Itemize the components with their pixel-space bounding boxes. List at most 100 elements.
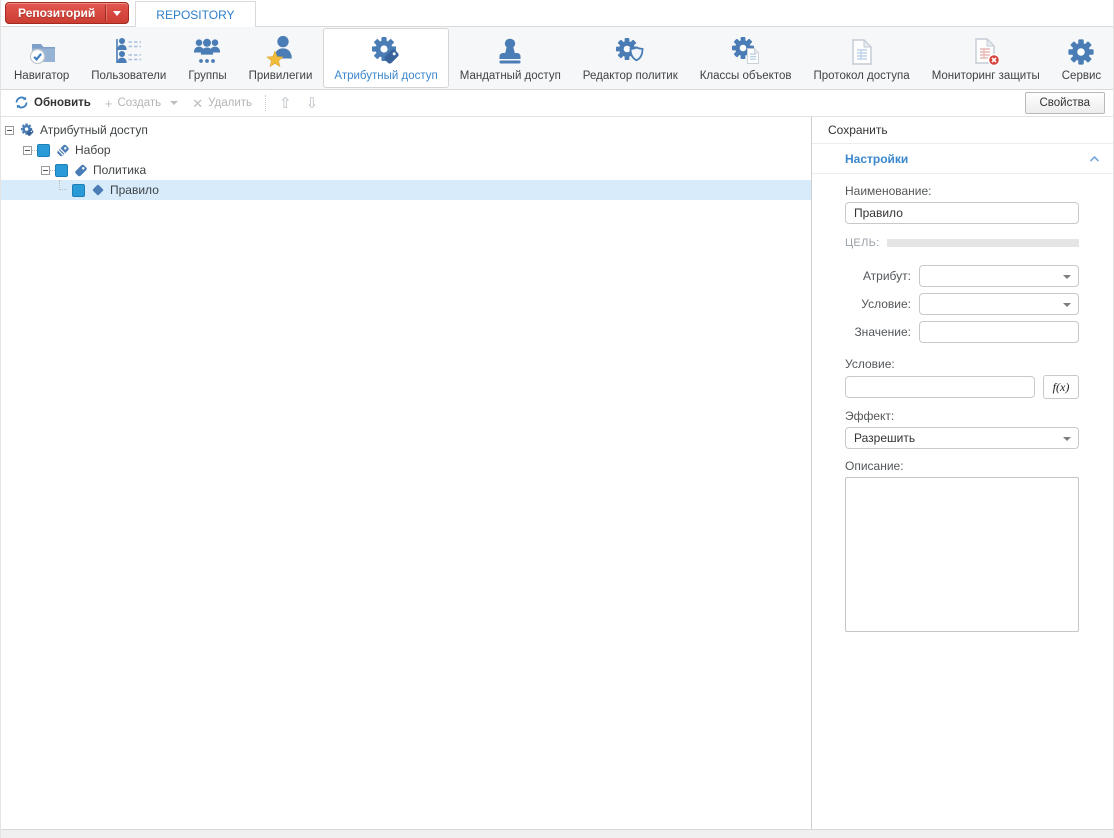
ribbon-item-service[interactable]: Сервис	[1051, 28, 1112, 88]
condition-field-row: Условие:	[845, 293, 1079, 315]
target-section: ЦЕЛЬ:	[845, 237, 1079, 249]
condition-label: Условие:	[845, 297, 911, 311]
ribbon-item-access-protocol[interactable]: Протокол доступа	[803, 28, 921, 88]
caret-down-icon	[113, 11, 121, 16]
name-label: Наименование:	[845, 184, 1079, 198]
collapse-toggle[interactable]	[41, 166, 50, 175]
tree-item-label: Атрибутный доступ	[40, 123, 148, 137]
refresh-button[interactable]: Обновить	[7, 92, 98, 115]
separator	[105, 5, 106, 21]
value-input[interactable]	[919, 321, 1079, 343]
ribbon-item-policy-editor[interactable]: Редактор политик	[572, 28, 689, 88]
separator	[265, 95, 266, 111]
status-bar	[1, 829, 1113, 838]
attribute-dropdown[interactable]	[919, 265, 1079, 287]
attribute-access-icon	[20, 123, 35, 138]
close-icon: ✕	[192, 97, 203, 110]
properties-panel: Сохранить Настройки Наименование: ЦЕЛЬ: …	[812, 117, 1113, 829]
service-icon	[1065, 35, 1097, 69]
ribbon-item-label: Мандатный доступ	[460, 70, 561, 82]
protection-monitoring-icon	[970, 35, 1002, 69]
settings-section-title: Настройки	[845, 152, 908, 166]
ribbon-item-label: Атрибутный доступ	[334, 70, 437, 82]
name-input[interactable]	[845, 202, 1079, 224]
attribute-label: Атрибут:	[845, 269, 911, 283]
tree-row-rule[interactable]: Правило	[1, 180, 811, 200]
ribbon-item-groups[interactable]: Группы	[177, 28, 237, 88]
rule-diamond-icon	[91, 183, 105, 197]
caret-down-icon	[1063, 437, 1071, 441]
ribbon-item-users[interactable]: Пользователи	[80, 28, 177, 88]
move-down-button[interactable]: ⇩	[299, 94, 326, 112]
ribbon-item-label: Протокол доступа	[814, 70, 910, 82]
checkbox[interactable]	[55, 164, 68, 177]
ribbon-item-label: Сервис	[1062, 70, 1101, 82]
condition-dropdown[interactable]	[919, 293, 1079, 315]
settings-section-header[interactable]: Настройки	[812, 144, 1113, 174]
policy-editor-icon	[614, 35, 646, 69]
ribbon-item-privileges[interactable]: Привилегии	[238, 28, 324, 88]
properties-button[interactable]: Свойства	[1025, 92, 1106, 114]
ribbon-item-label: Навигатор	[14, 70, 69, 82]
checkbox[interactable]	[37, 144, 50, 157]
tree-item-label: Политика	[93, 163, 146, 177]
collapse-toggle[interactable]	[23, 146, 32, 155]
application-window: Репозиторий REPOSITORY Навигатор	[0, 0, 1114, 838]
tab-repository[interactable]: REPOSITORY	[135, 1, 255, 27]
plus-icon: +	[105, 97, 113, 110]
caret-down-icon	[1063, 275, 1071, 279]
caret-down-icon	[170, 101, 178, 105]
attribute-access-icon	[370, 35, 402, 69]
collapse-toggle[interactable]	[5, 126, 14, 135]
ribbon-item-label: Мониторинг защиты	[932, 70, 1040, 82]
delete-button[interactable]: ✕ Удалить	[185, 94, 259, 113]
save-button[interactable]: Сохранить	[828, 120, 896, 140]
repository-menu-button[interactable]: Репозиторий	[5, 2, 129, 24]
tree-row-set[interactable]: Набор	[1, 140, 811, 160]
effect-dropdown-value: Разрешить	[854, 431, 915, 445]
attribute-field-row: Атрибут:	[845, 265, 1079, 287]
chevron-up-icon[interactable]	[1089, 155, 1100, 163]
tree-item-label: Набор	[75, 143, 111, 157]
mandatory-access-icon	[494, 35, 526, 69]
groups-icon	[191, 35, 223, 69]
ribbon-item-mandatory-access[interactable]: Мандатный доступ	[449, 28, 572, 88]
effect-dropdown[interactable]: Разрешить	[845, 427, 1079, 449]
object-classes-icon	[730, 35, 762, 69]
rule-settings-form: Наименование: ЦЕЛЬ: Атрибут: Условие:	[812, 174, 1113, 635]
checkbox[interactable]	[72, 184, 85, 197]
caret-down-icon	[1063, 303, 1071, 307]
create-button[interactable]: + Создать	[98, 94, 185, 113]
create-label: Создать	[117, 97, 161, 109]
set-tag-icon	[56, 143, 70, 157]
tree-row-attribute-access[interactable]: Атрибутный доступ	[1, 120, 811, 140]
refresh-label: Обновить	[34, 97, 91, 109]
description-label: Описание:	[845, 459, 1079, 473]
policy-tag-icon	[74, 163, 88, 177]
ribbon-item-navigator[interactable]: Навигатор	[3, 28, 80, 88]
effect-label: Эффект:	[845, 409, 1079, 423]
value-label: Значение:	[845, 325, 911, 339]
ribbon-item-label: Редактор политик	[583, 70, 678, 82]
ribbon-item-label: Группы	[188, 70, 226, 82]
delete-label: Удалить	[208, 97, 252, 109]
panel-toolbar: Сохранить	[812, 117, 1113, 144]
access-protocol-icon	[846, 35, 878, 69]
move-up-button[interactable]: ⇧	[272, 94, 299, 112]
target-separator-bar	[887, 239, 1079, 247]
ribbon-item-label: Классы объектов	[700, 70, 792, 82]
ribbon-item-attribute-access[interactable]: Атрибутный доступ	[323, 28, 448, 88]
tree-item-label: Правило	[110, 183, 159, 197]
condition-expression-row: f(x)	[845, 375, 1079, 399]
main-area: Атрибутный доступ Набор	[1, 117, 1113, 829]
ribbon-item-protection-monitoring[interactable]: Мониторинг защиты	[921, 28, 1051, 88]
window-tabstrip: Репозиторий REPOSITORY	[1, 0, 1113, 27]
condition-expression-input[interactable]	[845, 376, 1035, 398]
ribbon-item-label: Привилегии	[249, 70, 313, 82]
description-textarea[interactable]	[845, 477, 1079, 632]
tree-row-policy[interactable]: Политика	[1, 160, 811, 180]
ribbon-item-object-classes[interactable]: Классы объектов	[689, 28, 803, 88]
function-editor-button[interactable]: f(x)	[1043, 375, 1079, 399]
value-field-row: Значение:	[845, 321, 1079, 343]
repository-menu-label: Репозиторий	[18, 6, 105, 20]
